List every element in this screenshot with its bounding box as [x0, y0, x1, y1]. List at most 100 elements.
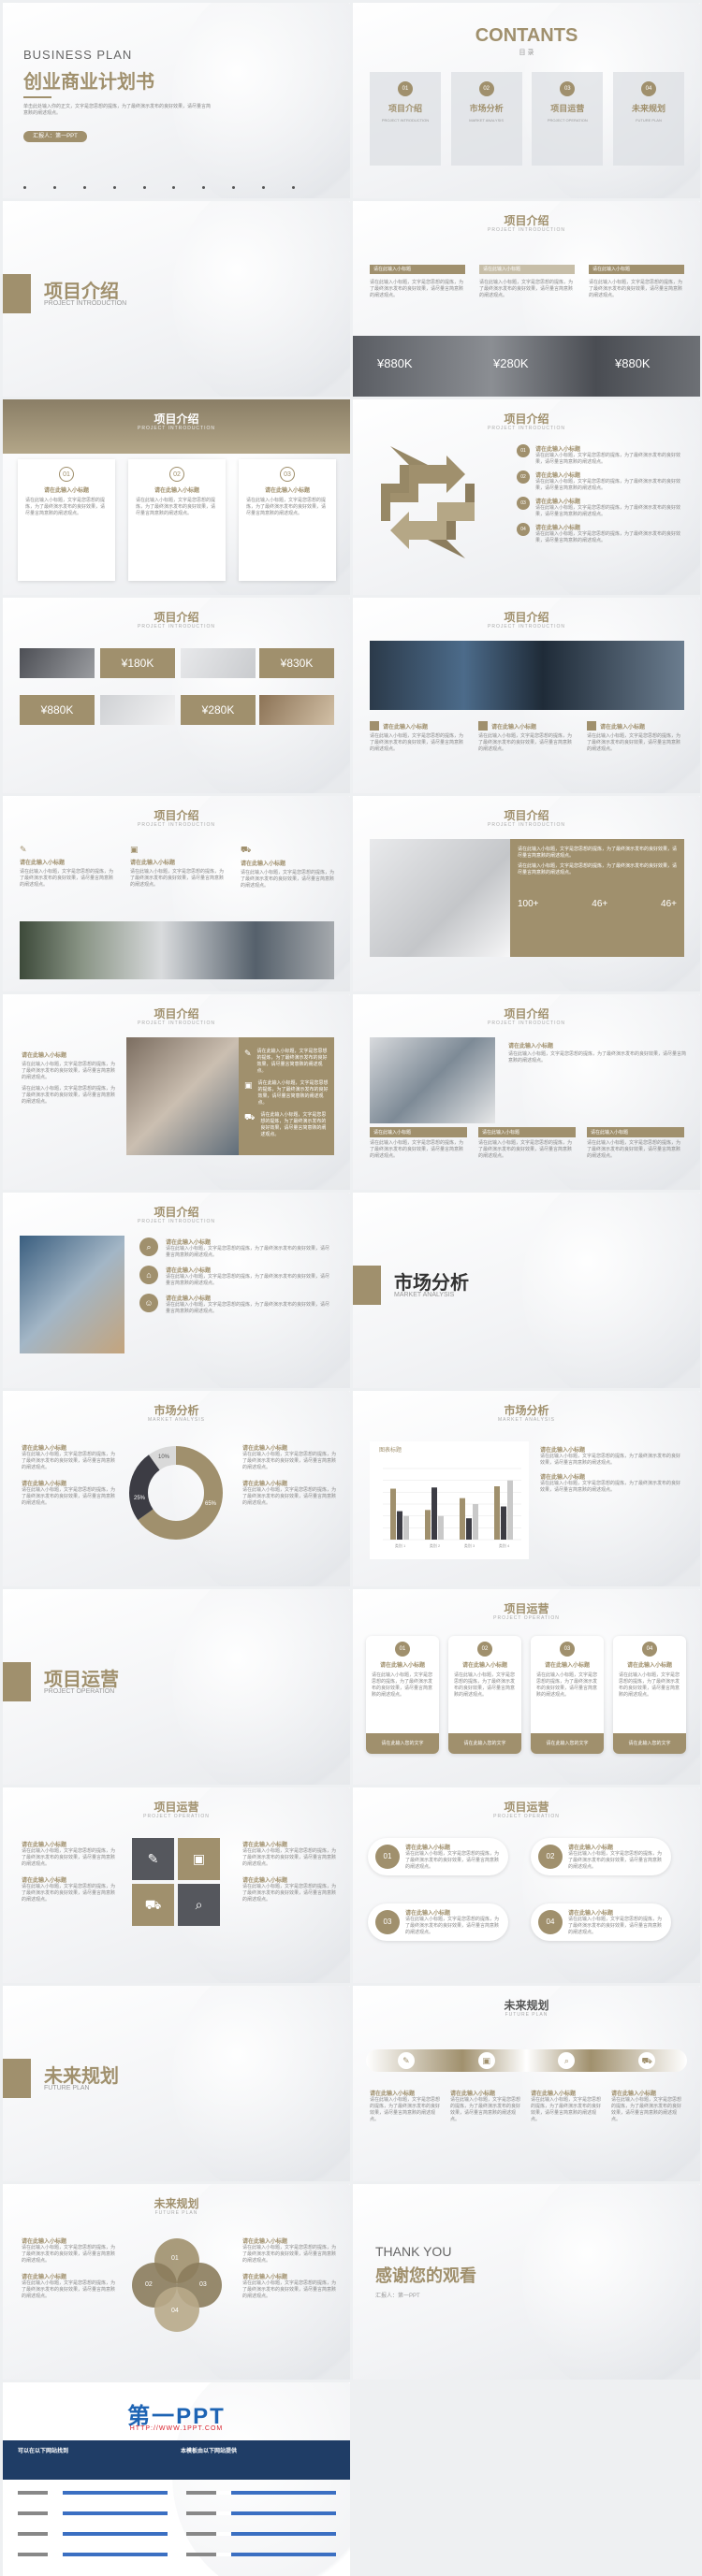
step-title: 请在此输入小标题 [166, 1240, 212, 1246]
slide-intro-7[interactable]: 项目介绍 PROJECT INTRODUCTION 请在此输入小标题，文字是您思… [353, 796, 700, 991]
step-num: 01 [517, 444, 530, 457]
section-en: PROJECT INTRODUCTION [44, 300, 127, 307]
pill-item[interactable]: 01 请在此输入小标题 请在此输入小标题，文字是您思想的提炼，为了最终演示发布的良好… [368, 1838, 508, 1875]
feature-text: 请在此输入小标题，文字是您思想的提炼，为了最终演示发布的良好效果，请尽量言简意赅… [20, 869, 114, 888]
slide-subtitle: PROJECT INTRODUCTION [488, 426, 565, 431]
slide-intro-5[interactable]: 项目介绍 PROJECT INTRODUCTION 请在此输入小标题 请在此输入小… [353, 598, 700, 793]
contents-item[interactable]: 04 未来规划 FUTURE PLAN [612, 72, 684, 166]
card-title: 请在此输入小标题 [461, 1663, 507, 1669]
slide-intro-4[interactable]: 项目介绍 PROJECT INTRODUCTION ¥180K ¥830K ¥8… [3, 598, 350, 793]
contents-subtitle: 目 录 [519, 50, 534, 56]
bar-chart: 类别 1 类别 2 类别 3 类别 4 [383, 1468, 521, 1548]
left-texts: 请在此输入小标题 请在此输入小标题，文字是您思想的提炼，为了最终演示发布的良好效果… [22, 1443, 115, 1507]
card-title: 请在此输入小标题 [626, 1663, 672, 1669]
cart-icon: ⛟ [638, 2052, 656, 2069]
steps-list: 01 请在此输入小标题 请在此输入小标题，文字是您思想的提炼，为了最终演示发布的良好… [517, 444, 685, 544]
slide-intro-1[interactable]: 项目介绍 PROJECT INTRODUCTION 请在此输入小标题 请在此输入小… [353, 201, 700, 397]
info-card[interactable]: 03 请在此输入小标题 请在此输入小标题，文字是您思想的提炼，为了最终演示发布的… [239, 459, 336, 581]
op-card[interactable]: 02 请在此输入小标题 请在此输入小标题，文字是您思想的提炼，为了最终演示发布的… [448, 1636, 521, 1754]
slide-operation-1[interactable]: 项目运营 PROJECT OPERATION 01 请在此输入小标题 请在此输入… [353, 1589, 700, 1785]
donut-chart: 65% 25% 10% [124, 1441, 227, 1544]
value-tile: ¥830K [259, 648, 334, 678]
slide-section-1[interactable]: 项目介绍 PROJECT INTRODUCTION [3, 201, 350, 397]
slide-brand[interactable]: 第一PPT HTTP://WWW.1PPT.COM 可以在以下网站找到 本模板由… [3, 2382, 350, 2576]
op-card[interactable]: 01 请在此输入小标题 请在此输入小标题，文字是您思想的提炼，为了最终演示发布的… [366, 1636, 439, 1754]
slide-future-1[interactable]: 未来规划 FUTURE PLAN ✎ ▣ ⌕ ⛟ 请在此输入小标题 请在此输入小标… [353, 1986, 700, 2181]
slide-title: 项目介绍 [504, 611, 549, 624]
photo-tile [20, 648, 95, 678]
slide-market-2[interactable]: 市场分析 MARKET ANALYSIS 图表标题 类别 1 类别 2 类别 3 类别… [353, 1391, 700, 1586]
slide-subtitle: PROJECT INTRODUCTION [138, 426, 215, 431]
step-title: 请在此输入小标题 [535, 473, 581, 479]
slide-intro-6[interactable]: 项目介绍 PROJECT INTRODUCTION ✎ 请在此输入小标题 请在此输入… [3, 796, 350, 991]
pill-num: 04 [538, 1910, 563, 1934]
col-head: 请在此输入小标题 [589, 265, 684, 274]
slide-section-3[interactable]: 项目运营 PROJECT OPERATION [3, 1589, 350, 1785]
search-icon: ⌕ [558, 2052, 576, 2069]
card-text: 请在此输入小标题，文字是您思想的提炼，为了最终演示发布的良好效果，请尽量言简意赅… [136, 498, 216, 516]
venn-num: 04 [171, 2308, 179, 2314]
slide-operation-2[interactable]: 项目运营 PROJECT OPERATION 请在此输入小标题 请在此输入小标题，… [3, 1787, 350, 1983]
op-card[interactable]: 04 请在此输入小标题 请在此输入小标题，文字是您思想的提炼，为了最终演示发布的… [613, 1636, 686, 1754]
card-text: 请在此输入小标题，文字是您思想的提炼，为了最终演示发布的良好效果，请尽量言简意赅… [246, 498, 327, 516]
slide-operation-3[interactable]: 项目运营 PROJECT OPERATION 01 请在此输入小标题 请在此输入小标… [353, 1787, 700, 1983]
slide-intro-8[interactable]: 项目介绍 PROJECT INTRODUCTION 请在此输入小标题 请在此输入… [3, 994, 350, 1190]
stat-value: 46+ [592, 899, 608, 909]
slide-intro-2[interactable]: 项目介绍 PROJECT INTRODUCTION 01 请在此输入小标题 请在… [3, 399, 350, 595]
step-text: 请在此输入小标题，文字是您思想的提炼，为了最终演示发布的良好效果，请尽量言简意赅… [166, 1302, 330, 1314]
contents-item[interactable]: 01 项目介绍 PROJECT INTRODUCTION [370, 72, 441, 166]
bar [425, 1510, 431, 1540]
bar [438, 1515, 444, 1540]
slide-subtitle: MARKET ANALYSIS [148, 1417, 205, 1423]
slide-cover[interactable]: BUSINESS PLAN 创业商业计划书 单击此处输入你的正文，文字是您思想的… [3, 3, 350, 198]
block-title: 请在此输入小标题 [22, 1482, 67, 1487]
slide-intro-10[interactable]: 项目介绍 PROJECT INTRODUCTION ⌕ 请在此输入小标题 请在此输入… [3, 1193, 350, 1388]
col-text: 请在此输入小标题，文字是您思想的提炼，为了最终演示发布的良好效果，请尽量言简意赅… [589, 280, 683, 298]
pill-item[interactable]: 02 请在此输入小标题 请在此输入小标题，文字是您思想的提炼，为了最终演示发布的良好… [531, 1838, 671, 1875]
section-bar [3, 1662, 31, 1701]
slide-intro-3[interactable]: 项目介绍 PROJECT INTRODUCTION 01 请在此输入小标题 请在此输… [353, 399, 700, 595]
thanks-en: THANK YOU [375, 2244, 452, 2259]
cover-dots [23, 186, 295, 189]
tag-head: 请在此输入小标题 [478, 1127, 576, 1137]
op-card[interactable]: 03 请在此输入小标题 请在此输入小标题，文字是您思想的提炼，为了最终演示发布的… [531, 1636, 604, 1754]
edit-icon: ✎ [397, 2052, 415, 2069]
slide-contents[interactable]: CONTANTS 目 录 01 项目介绍 PROJECT INTRODUCTIO… [353, 3, 700, 198]
icon-list: ✎ 请在此输入小标题，文字是您思想的提炼，为了最终演示发布的良好效果，请尽量言简意… [239, 1037, 334, 1155]
pill-item[interactable]: 04 请在此输入小标题 请在此输入小标题，文字是您思想的提炼，为了最终演示发布的良好… [531, 1903, 671, 1941]
card-title: 请在此输入小标题 [154, 488, 199, 494]
info-card[interactable]: 01 请在此输入小标题 请在此输入小标题，文字是您思想的提炼，为了最终演示发布的… [18, 459, 115, 581]
x-tick-label: 类别 1 [395, 1542, 406, 1548]
slide-market-1[interactable]: 市场分析 MARKET ANALYSIS 请在此输入小标题 请在此输入小标题，文字… [3, 1391, 350, 1586]
slide-subtitle: FUTURE PLAN [154, 2210, 198, 2216]
card-text: 请在此输入小标题，文字是您思想的提炼，为了最终演示发布的良好效果，请尽量言简意赅… [25, 498, 106, 516]
left-texts: 请在此输入小标题 请在此输入小标题，文字是您思想的提炼，为了最终演示发布的良好效果… [22, 2236, 115, 2300]
info-card[interactable]: 02 请在此输入小标题 请在此输入小标题，文字是您思想的提炼，为了最终演示发布的… [128, 459, 226, 581]
block-title: 请在此输入小标题 [22, 2275, 67, 2280]
tag-text: 请在此输入小标题，文字是您思想的提炼，为了最终演示发布的良好效果，请尽量言简意赅… [370, 1140, 464, 1159]
slide-thanks[interactable]: THANK YOU 感谢您的观看 汇报人：第一PPT [353, 2184, 700, 2380]
pill-item[interactable]: 03 请在此输入小标题 请在此输入小标题，文字是您思想的提炼，为了最终演示发布的良好… [368, 1903, 508, 1941]
contents-label: 市场分析 [469, 104, 504, 113]
contents-item[interactable]: 03 项目运营 PROJECT OPERATION [532, 72, 604, 166]
edit-icon: ✎ [20, 845, 27, 854]
step-num: 03 [517, 497, 530, 510]
slide-title: 未来规划 [154, 2197, 199, 2210]
contents-item[interactable]: 02 市场分析 MARKET ANALYSIS [450, 72, 522, 166]
chart-icon: ▣ [477, 2052, 495, 2069]
bar [507, 1480, 513, 1540]
section-title: 未来规划 [44, 2066, 119, 2087]
pill-text: 请在此输入小标题，文字是您思想的提炼，为了最终演示发布的良好效果，请尽量言简意赅… [405, 1851, 500, 1870]
slide-title: 项目介绍 [154, 611, 199, 624]
card-text: 请在此输入小标题，文字是您思想的提炼，为了最终演示发布的良好效果，请尽量言简意赅… [372, 1672, 433, 1698]
block-text: 请在此输入小标题，文字是您思想的提炼，为了最终演示发布的良好效果，请尽量言简意赅… [22, 1452, 116, 1470]
block-title: 请在此输入小标题 [22, 1843, 67, 1848]
slide-section-2[interactable]: 市场分析 MARKET ANALYSIS [353, 1193, 700, 1388]
block-title: 请在此输入小标题 [22, 1446, 67, 1452]
slide-subtitle: PROJECT INTRODUCTION [138, 1219, 215, 1224]
slide-section-4[interactable]: 未来规划 FUTURE PLAN [3, 1986, 350, 2181]
feature-icon [587, 721, 596, 731]
slide-intro-9[interactable]: 项目介绍 PROJECT INTRODUCTION 请在此输入小标题 请在此输入… [353, 994, 700, 1190]
brand-url[interactable]: HTTP://WWW.1PPT.COM [3, 2425, 350, 2432]
slide-future-2[interactable]: 未来规划 FUTURE PLAN 请在此输入小标题 请在此输入小标题，文字是您思想… [3, 2184, 350, 2380]
